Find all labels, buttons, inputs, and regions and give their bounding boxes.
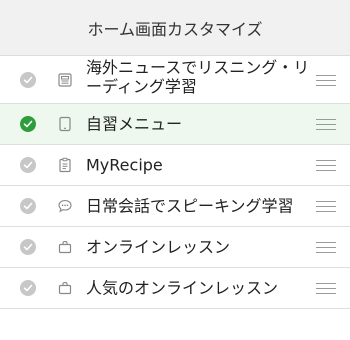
bag-icon bbox=[56, 238, 74, 256]
check-icon[interactable] bbox=[20, 198, 36, 214]
drag-handle-icon[interactable] bbox=[316, 160, 336, 171]
tablet-icon bbox=[56, 115, 74, 133]
check-icon[interactable] bbox=[20, 239, 36, 255]
list-item-news[interactable]: 海外ニュースでリスニング・リーディング学習 bbox=[0, 56, 350, 104]
drag-handle-icon[interactable] bbox=[316, 242, 336, 253]
list-item-self-study[interactable]: 自習メニュー bbox=[0, 104, 350, 145]
list-item-speaking[interactable]: 日常会話でスピーキング学習 bbox=[0, 186, 350, 227]
list-item-label: 海外ニュースでリスニング・リーディング学習 bbox=[86, 58, 310, 96]
check-icon[interactable] bbox=[20, 280, 36, 296]
list-item-label: MyRecipe bbox=[86, 155, 163, 175]
list-item-myrecipe[interactable]: MyRecipe bbox=[0, 145, 350, 186]
check-icon[interactable] bbox=[20, 157, 36, 173]
drag-handle-icon[interactable] bbox=[316, 119, 336, 130]
check-icon[interactable] bbox=[20, 71, 36, 88]
page-header: ホーム画面カスタマイズ bbox=[0, 0, 350, 56]
drag-handle-icon[interactable] bbox=[316, 283, 336, 294]
drag-handle-icon[interactable] bbox=[316, 201, 336, 212]
speech-bubble-icon bbox=[56, 197, 74, 215]
page-title: ホーム画面カスタマイズ bbox=[87, 19, 263, 39]
check-icon[interactable] bbox=[20, 116, 36, 132]
list-item-label: 人気のオンラインレッスン bbox=[86, 278, 279, 298]
list-item-label: オンラインレッスン bbox=[86, 237, 231, 257]
home-customize-list: 海外ニュースでリスニング・リーディング学習 自習メニュー MyRecipe 日常… bbox=[0, 56, 350, 309]
list-item-label: 日常会話でスピーキング学習 bbox=[86, 196, 294, 216]
list-item-popular-online-lesson[interactable]: 人気のオンラインレッスン bbox=[0, 268, 350, 309]
list-item-online-lesson[interactable]: オンラインレッスン bbox=[0, 227, 350, 268]
news-icon bbox=[56, 71, 74, 89]
list-item-label: 自習メニュー bbox=[86, 114, 183, 134]
drag-handle-icon[interactable] bbox=[316, 74, 336, 86]
bag-icon bbox=[56, 279, 74, 297]
clipboard-icon bbox=[56, 156, 74, 174]
